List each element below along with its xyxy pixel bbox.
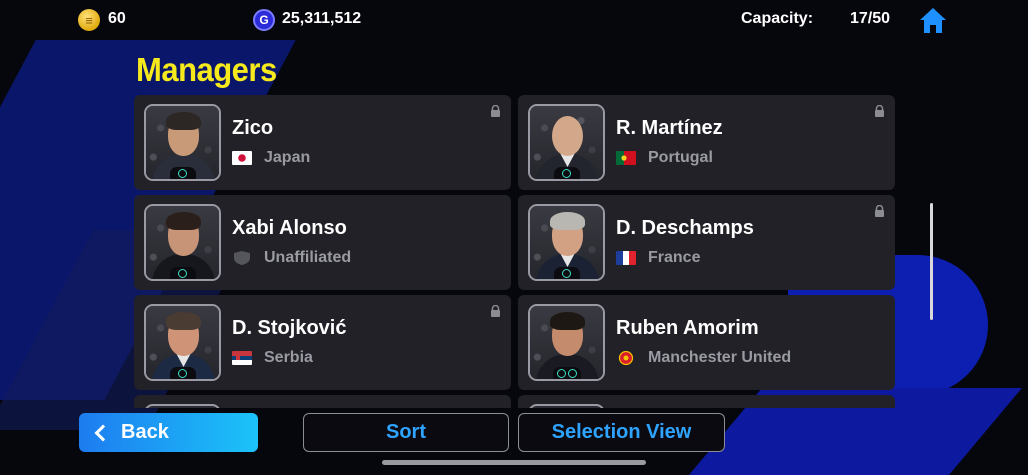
shield-icon <box>232 251 252 265</box>
manager-nation: Portugal <box>648 149 713 166</box>
manager-card[interactable]: Xabi Alonso Unaffiliated <box>134 195 511 290</box>
manager-name: D. Deschamps <box>616 217 754 239</box>
manager-nation: France <box>648 249 701 266</box>
skill-badge-icon <box>169 367 196 379</box>
manager-name: R. Martínez <box>616 117 723 139</box>
skill-badge-icon <box>553 267 580 279</box>
manager-portrait <box>528 104 605 181</box>
capacity-label: Capacity: <box>741 10 814 27</box>
manager-portrait <box>528 304 605 381</box>
france-flag-icon <box>616 251 636 265</box>
chevron-left-icon <box>94 424 112 441</box>
capacity-value: 17/50 <box>850 10 891 27</box>
back-button[interactable]: Back <box>79 413 258 452</box>
coin-balance: 60 <box>108 10 126 27</box>
serbia-flag-icon <box>232 351 252 365</box>
manager-card[interactable]: D. Deschamps France <box>518 195 895 290</box>
selection-view-button[interactable]: Selection View <box>518 413 725 452</box>
skill-badge-icon <box>553 167 580 179</box>
manager-portrait <box>528 204 605 281</box>
manager-card[interactable]: D. Stojković Serbia <box>134 295 511 390</box>
portugal-flag-icon <box>616 151 636 165</box>
manager-card[interactable]: Ruben Amorim Manchester United <box>518 295 895 390</box>
manager-name: Xabi Alonso <box>232 217 347 239</box>
scrollbar[interactable] <box>930 203 933 320</box>
manchester-united-crest-icon <box>616 351 636 365</box>
manager-portrait <box>144 204 221 281</box>
manager-name: D. Stojković <box>232 317 347 339</box>
page-title: Managers <box>136 50 277 89</box>
japan-flag-icon <box>232 151 252 165</box>
manager-nation: Manchester United <box>648 349 792 366</box>
sort-button[interactable]: Sort <box>303 413 509 452</box>
manager-card[interactable]: R. Martínez Portugal <box>518 95 895 190</box>
top-bar: ≡ 60 G 25,311,512 Capacity: 17/50 <box>0 0 1028 40</box>
manager-card[interactable] <box>518 395 895 408</box>
lock-icon <box>875 205 884 217</box>
skill-badge-icon <box>169 167 196 179</box>
skill-badge-icon <box>552 367 581 379</box>
manager-portrait <box>144 104 221 181</box>
gp-balance: 25,311,512 <box>282 10 362 27</box>
manager-nation: Unaffiliated <box>264 249 352 266</box>
home-indicator[interactable] <box>382 460 646 465</box>
manager-list[interactable]: Zico Japan R. Martínez Portugal Xabi Alo… <box>134 95 895 408</box>
manager-name: Zico <box>232 117 274 139</box>
manager-portrait <box>144 404 221 408</box>
lock-icon <box>875 105 884 117</box>
manager-nation: Serbia <box>264 349 313 366</box>
lock-icon <box>491 105 500 117</box>
ecoin-icon: ≡ <box>78 9 100 31</box>
skill-badge-icon <box>169 267 196 279</box>
manager-nation: Japan <box>264 149 311 166</box>
manager-portrait <box>144 304 221 381</box>
manager-card[interactable] <box>134 395 511 408</box>
manager-name: Ruben Amorim <box>616 317 759 339</box>
lock-icon <box>491 305 500 317</box>
manager-portrait <box>528 404 605 408</box>
manager-card[interactable]: Zico Japan <box>134 95 511 190</box>
gp-icon: G <box>253 9 275 31</box>
back-button-label: Back <box>121 421 169 443</box>
home-icon[interactable] <box>918 6 948 34</box>
